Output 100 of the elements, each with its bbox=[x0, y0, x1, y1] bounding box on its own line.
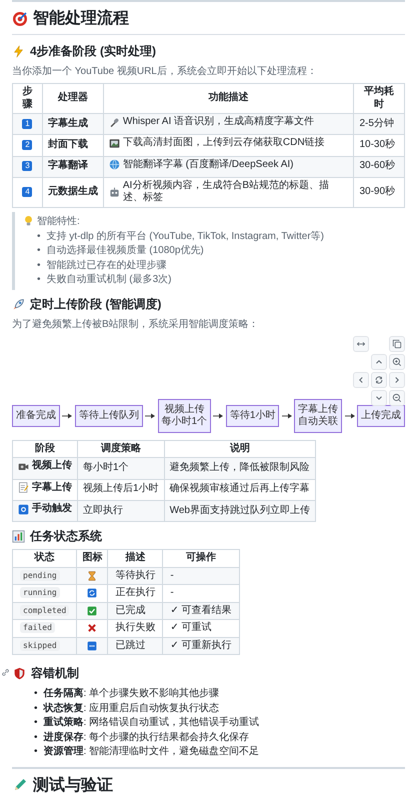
section-heading: 定时上传阶段 (智能调度) bbox=[30, 296, 162, 313]
table-cell: 视频上传后1小时 bbox=[83, 483, 159, 494]
bullet: • bbox=[37, 244, 41, 258]
status-code: failed bbox=[20, 622, 55, 633]
robot-icon bbox=[108, 186, 120, 198]
hourglass-icon bbox=[87, 570, 98, 581]
intro-text: 当你添加一个 YouTube 视频URL后，系统会立即开始以下处理流程： bbox=[12, 64, 318, 78]
table-cell: - bbox=[170, 570, 174, 580]
flow-arrow bbox=[344, 412, 354, 419]
node-label: 每小时1个 bbox=[162, 416, 208, 428]
status-code: completed bbox=[20, 604, 70, 616]
list-item: 失败自动重试机制 (最多3次) bbox=[46, 273, 172, 287]
expand-button[interactable] bbox=[353, 336, 369, 352]
column-header: 图标 bbox=[82, 552, 102, 563]
table-cell: 封面下载 bbox=[48, 139, 88, 150]
dots-icon bbox=[87, 640, 98, 651]
lightning-icon bbox=[12, 45, 25, 58]
column-header: 处理器 bbox=[58, 92, 88, 104]
column-header: 状态 bbox=[34, 552, 55, 563]
column-header: 调度策略 bbox=[100, 442, 141, 454]
list-item: 重试策略: 网络错误自动重试，其他错误手动重试 bbox=[44, 716, 260, 730]
list-item: 智能跳过已存在的处理步骤 bbox=[46, 258, 167, 272]
pan-down-button[interactable] bbox=[371, 390, 387, 406]
column-header: 描述 bbox=[125, 552, 146, 563]
copy-button[interactable] bbox=[389, 336, 405, 352]
section-heading: 4步准备阶段 (实时处理) bbox=[30, 43, 156, 60]
zoom-in-icon bbox=[392, 356, 402, 367]
bullet: • bbox=[37, 230, 41, 244]
table-cell: - bbox=[170, 587, 174, 598]
bullet: • bbox=[34, 745, 38, 758]
column-header: 说明 bbox=[230, 442, 250, 454]
list-item: 进度保存: 每个步骤的执行结果都会持久化保存 bbox=[44, 730, 250, 744]
list-item: 支持 yt-dlp 的所有平台 (YouTube, TikTok, Instagram, Twitter等) bbox=[46, 230, 324, 244]
copy-icon bbox=[392, 338, 402, 349]
table-cell: 智能翻译字幕 (百度翻译/DeepSeek AI) bbox=[122, 158, 294, 171]
column-header: 平均耗时 bbox=[364, 86, 394, 110]
table-cell: ✓ 可查看结果 bbox=[170, 604, 232, 616]
table-cell: 字幕上传 bbox=[32, 482, 72, 494]
section-heading: 任务状态系统 bbox=[30, 528, 102, 545]
column-header: 阶段 bbox=[35, 442, 55, 454]
table-cell: 避免频繁上传，降低被限制风险 bbox=[170, 462, 310, 474]
pencil-icon bbox=[12, 777, 28, 793]
table-cell: Whisper AI 语音识别，生成高精度字幕文件 bbox=[122, 116, 314, 128]
table-cell: 下载高清封面图，上传到云存储获取CDN链接 bbox=[122, 137, 325, 150]
bar-chart-icon bbox=[12, 530, 25, 543]
flow-arrow bbox=[282, 412, 292, 419]
flow-arrow bbox=[62, 412, 72, 419]
microphone-icon bbox=[108, 116, 120, 128]
memo-icon bbox=[18, 482, 29, 494]
table-cell: 正在执行 bbox=[115, 587, 156, 598]
column-header: 可操作 bbox=[186, 552, 216, 563]
list-item: 任务隔离: 单个步骤失败不影响其他步骤 bbox=[44, 687, 220, 700]
note-title: 智能特性: bbox=[37, 214, 80, 228]
shield-icon bbox=[13, 667, 26, 680]
list-item: 状态恢复: 应用重启后自动恢复执行状态 bbox=[44, 702, 220, 715]
bullet: • bbox=[34, 730, 38, 744]
flow-arrow bbox=[145, 412, 156, 419]
status-code: skipped bbox=[20, 640, 60, 650]
button-icon bbox=[18, 504, 29, 514]
node-label: 字幕上传 bbox=[298, 404, 338, 416]
bullet: • bbox=[37, 273, 41, 287]
step-number: 4 bbox=[22, 187, 32, 197]
step-number: 1 bbox=[22, 118, 32, 129]
table-cell: 30-60秒 bbox=[359, 160, 396, 172]
table-cell: 立即执行 bbox=[83, 504, 123, 516]
target-icon bbox=[12, 10, 28, 26]
bullet: • bbox=[34, 687, 38, 700]
table-cell: 元数据生成 bbox=[48, 186, 98, 197]
table-cell: 2-5分钟 bbox=[359, 118, 394, 129]
bullet: • bbox=[34, 702, 38, 715]
reset-button[interactable] bbox=[371, 372, 387, 388]
table-cell: 确保视频审核通过后再上传字幕 bbox=[170, 483, 310, 494]
intro-text: 为了避免频繁上传被B站限制，系统采用智能调度策略： bbox=[12, 318, 260, 331]
rocket-icon bbox=[12, 298, 25, 311]
globe-icon bbox=[108, 159, 120, 170]
table-cell: 手动触发 bbox=[32, 502, 72, 516]
zoom-out-button[interactable] bbox=[389, 390, 405, 406]
reset-icon bbox=[374, 374, 384, 385]
table-cell: 10-30秒 bbox=[359, 139, 396, 150]
page-heading: 测试与验证 bbox=[33, 776, 113, 796]
section-heading: 容错机制 bbox=[31, 665, 79, 682]
node-label: 等待1小时 bbox=[230, 410, 276, 422]
status-code: pending bbox=[20, 570, 60, 580]
zoom-in-button[interactable] bbox=[389, 354, 405, 370]
table-cell: 已跳过 bbox=[115, 640, 146, 650]
table-cell: Web界面支持跳过队列立即上传 bbox=[170, 504, 310, 516]
step-number: 2 bbox=[22, 140, 32, 150]
status-code: running bbox=[20, 587, 60, 598]
table-cell: ✓ 可重新执行 bbox=[170, 640, 232, 650]
node-label: 自动关联 bbox=[298, 416, 338, 428]
table-cell: 执行失败 bbox=[115, 622, 156, 633]
list-item: 资源管理: 智能清理临时文件，避免磁盘空间不足 bbox=[44, 745, 260, 758]
link-icon bbox=[1, 668, 10, 677]
refresh-icon bbox=[87, 588, 98, 598]
table-cell: 30-90秒 bbox=[359, 186, 396, 197]
table-cell: 等待执行 bbox=[115, 570, 156, 580]
table-cell-text: AI分析视频内容，生成符合B站规范的标题、描述、标签 bbox=[122, 180, 330, 205]
node-label: 准备完成 bbox=[16, 410, 56, 422]
bullet: • bbox=[37, 258, 41, 272]
list-item: 自动选择最佳视频质量 (1080p优先) bbox=[46, 244, 204, 258]
